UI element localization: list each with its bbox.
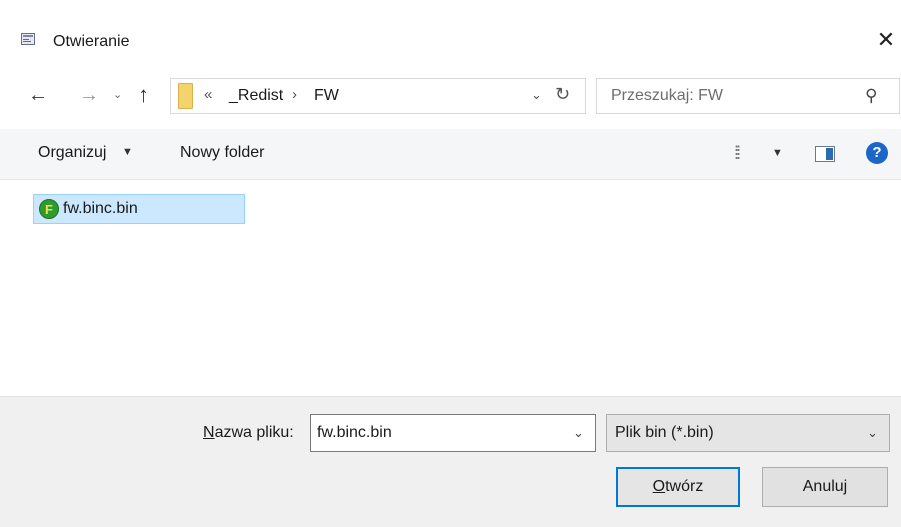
preview-pane-icon[interactable] — [815, 146, 835, 162]
filename-label: Nazwa pliku: — [203, 424, 294, 441]
close-icon[interactable]: ✕ — [872, 27, 900, 55]
recent-locations-chevron-icon[interactable]: ⌄ — [113, 88, 122, 101]
search-placeholder: Przeszukaj: FW — [611, 87, 724, 104]
window-title: Otwieranie — [53, 33, 130, 50]
breadcrumb-fw[interactable]: FW — [314, 87, 339, 105]
new-folder-button[interactable]: Nowy folder — [180, 144, 264, 162]
view-options-icon[interactable]: ⁞⁞ — [734, 143, 741, 164]
firmware-file-icon: F — [39, 199, 59, 219]
refresh-icon[interactable]: ↻ — [555, 84, 570, 105]
open-button[interactable]: Otwórz — [616, 467, 740, 507]
filename-value: fw.binc.bin — [317, 424, 392, 441]
organize-menu-button[interactable]: Organizuj — [38, 144, 106, 162]
address-dropdown-icon[interactable]: ⌄ — [531, 87, 542, 103]
open-file-dialog: Otwieranie ✕ ← → ⌄ ↑ « _Redist › FW ⌄ ↻ … — [0, 0, 901, 527]
filetype-value: Plik bin (*.bin) — [615, 424, 714, 441]
bottom-panel: Nazwa pliku: fw.binc.bin ⌄ Plik bin (*.b… — [0, 396, 901, 527]
command-bar: Organizuj ▼ Nowy folder ⁞⁞ ▼ ? — [0, 129, 901, 180]
breadcrumb-separator-icon[interactable]: › — [292, 86, 297, 103]
search-icon[interactable]: ⚲ — [865, 86, 877, 106]
up-arrow-icon[interactable]: ↑ — [138, 82, 149, 108]
cancel-button[interactable]: Anuluj — [762, 467, 888, 507]
organize-caret-icon[interactable]: ▼ — [122, 146, 133, 158]
file-name: fw.binc.bin — [63, 200, 138, 217]
help-icon[interactable]: ? — [866, 142, 888, 164]
search-input[interactable]: Przeszukaj: FW ⚲ — [596, 78, 900, 114]
breadcrumb-redist[interactable]: _Redist — [229, 87, 283, 105]
filename-field[interactable]: fw.binc.bin ⌄ — [310, 414, 596, 452]
address-bar[interactable]: « _Redist › FW ⌄ ↻ — [170, 78, 586, 114]
filetype-dropdown-icon[interactable]: ⌄ — [867, 425, 878, 441]
filename-dropdown-icon[interactable]: ⌄ — [573, 425, 584, 441]
view-caret-icon[interactable]: ▼ — [772, 147, 783, 159]
overflow-chevron-icon[interactable]: « — [204, 86, 212, 103]
title-bar: Otwieranie ✕ — [0, 0, 901, 53]
folder-icon — [178, 83, 193, 109]
app-icon — [21, 33, 35, 45]
filetype-select[interactable]: Plik bin (*.bin) ⌄ — [606, 414, 890, 452]
back-arrow-icon[interactable]: ← — [28, 84, 48, 107]
file-list: F fw.binc.bin — [0, 180, 901, 395]
list-item[interactable]: F fw.binc.bin — [33, 194, 245, 224]
forward-arrow-icon[interactable]: → — [79, 84, 99, 107]
